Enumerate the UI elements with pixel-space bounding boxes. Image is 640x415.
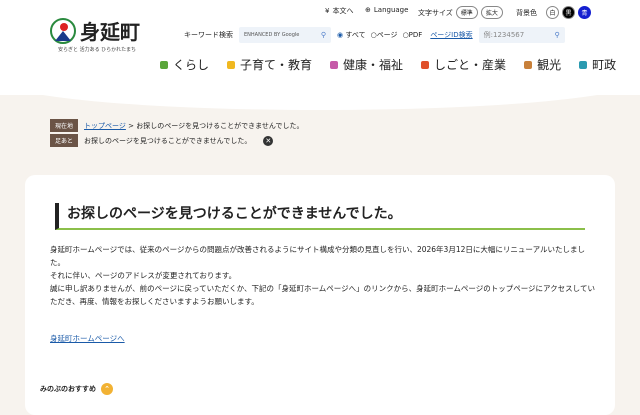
history-tag: 足あと: [50, 134, 79, 147]
search-icon[interactable]: ⚲: [321, 31, 326, 39]
page-id-search-link[interactable]: ページID検索: [430, 30, 472, 40]
radio-all[interactable]: ◉ すべて: [337, 30, 366, 40]
radio-all-label: すべて: [345, 31, 366, 39]
message-paragraph: それに伴い、ページのアドレスが変更されております。: [50, 271, 237, 280]
recommend-tab[interactable]: みのぶのおすすめ ⌃: [30, 378, 126, 400]
leaf-icon: [421, 61, 430, 69]
leaf-icon: [579, 61, 588, 69]
globe-icon: ⊕: [365, 6, 371, 14]
message-paragraph: 身延町ホームページでは、従来のページからの問題点が改善されるようにサイト構成や分…: [50, 245, 585, 267]
nav-item-chosei[interactable]: 町政: [579, 56, 616, 73]
language-link[interactable]: ⊕ Language: [365, 6, 408, 14]
radio-pdf[interactable]: ○PDF: [403, 31, 423, 39]
page-id-input[interactable]: 例:1234567 ⚲: [478, 27, 565, 43]
bg-black-button[interactable]: 黒: [562, 6, 575, 19]
skip-icon: ¥: [325, 7, 330, 15]
nav-label: くらし: [173, 58, 210, 72]
current-location-tag: 現在地: [50, 119, 79, 132]
close-icon[interactable]: ✕: [263, 135, 274, 146]
breadcrumb: 現在地 トップページ > お探しのページを見つけることができませんでした。 足あ…: [50, 118, 304, 148]
radio-page-label: ページ: [376, 31, 398, 39]
nav-label: しごと・産業: [434, 58, 507, 72]
breadcrumb-top-link[interactable]: トップページ: [84, 122, 126, 130]
page-title: お探しのページを見つけることができませんでした。: [55, 203, 585, 230]
leaf-icon: [160, 61, 168, 69]
language-label: Language: [373, 6, 409, 14]
breadcrumb-current: お探しのページを見つけることができませんでした。: [136, 121, 304, 130]
skip-label: 本文へ: [332, 7, 354, 15]
bg-color-label: 背景色: [516, 8, 537, 17]
nav-label: 健康・福祉: [343, 58, 404, 72]
nav-label: 町政: [592, 58, 617, 72]
nav-item-kenko[interactable]: 健康・福祉: [330, 56, 403, 73]
history-item[interactable]: お探しのページを見つけることができませんでした。: [84, 136, 251, 146]
nav-item-kanko[interactable]: 観光: [524, 56, 561, 73]
skip-link[interactable]: ¥ 本文へ: [325, 6, 353, 16]
font-size-label: 文字サイズ: [418, 8, 453, 17]
tagline: 安らぎと 活力ある ひらかれたまち: [58, 47, 137, 53]
font-large-button[interactable]: 拡大: [480, 6, 503, 19]
google-branding: ENHANCED BY Google: [244, 32, 300, 38]
keyword-search-input[interactable]: ENHANCED BY Google ⚲: [239, 27, 331, 43]
page-id-placeholder: 例:1234567: [483, 31, 525, 39]
town-emblem-icon: [50, 17, 76, 44]
keyword-search-label: キーワード検索: [184, 31, 233, 39]
search-icon[interactable]: ⚲: [555, 31, 560, 39]
bg-blue-button[interactable]: 青: [578, 6, 591, 19]
radio-page[interactable]: ○ページ: [371, 30, 398, 40]
message-body: 身延町ホームページでは、従来のページからの問題点が改善されるようにサイト構成や分…: [50, 243, 595, 308]
breadcrumb-separator: >: [128, 121, 134, 130]
leaf-icon: [524, 61, 533, 69]
font-standard-button[interactable]: 標準: [455, 6, 478, 19]
leaf-icon: [330, 61, 339, 69]
radio-pdf-label: PDF: [408, 31, 423, 39]
nav-item-shigoto[interactable]: しごと・産業: [421, 56, 506, 73]
message-paragraph: 誠に申し訳ありませんが、前のページに戻っていただくか、下記の「身延町ホームページ…: [50, 284, 595, 306]
bg-white-button[interactable]: 白: [546, 6, 559, 19]
header-wave: [0, 80, 640, 110]
recommend-label: みのぶのおすすめ: [40, 385, 96, 393]
nav-label: 子育て・教育: [240, 58, 313, 72]
global-nav: くらし 子育て・教育 健康・福祉 しごと・産業 観光 町政: [160, 56, 616, 73]
nav-item-kurashi[interactable]: くらし: [160, 56, 209, 73]
leaf-icon: [227, 61, 236, 69]
site-logo[interactable]: 身延町: [50, 16, 140, 45]
site-name: 身延町: [80, 20, 140, 44]
nav-item-kosodate[interactable]: 子育て・教育: [227, 56, 312, 73]
chevron-up-icon: ⌃: [101, 383, 113, 395]
nav-label: 観光: [537, 58, 562, 72]
home-page-link[interactable]: 身延町ホームページへ: [50, 333, 125, 344]
